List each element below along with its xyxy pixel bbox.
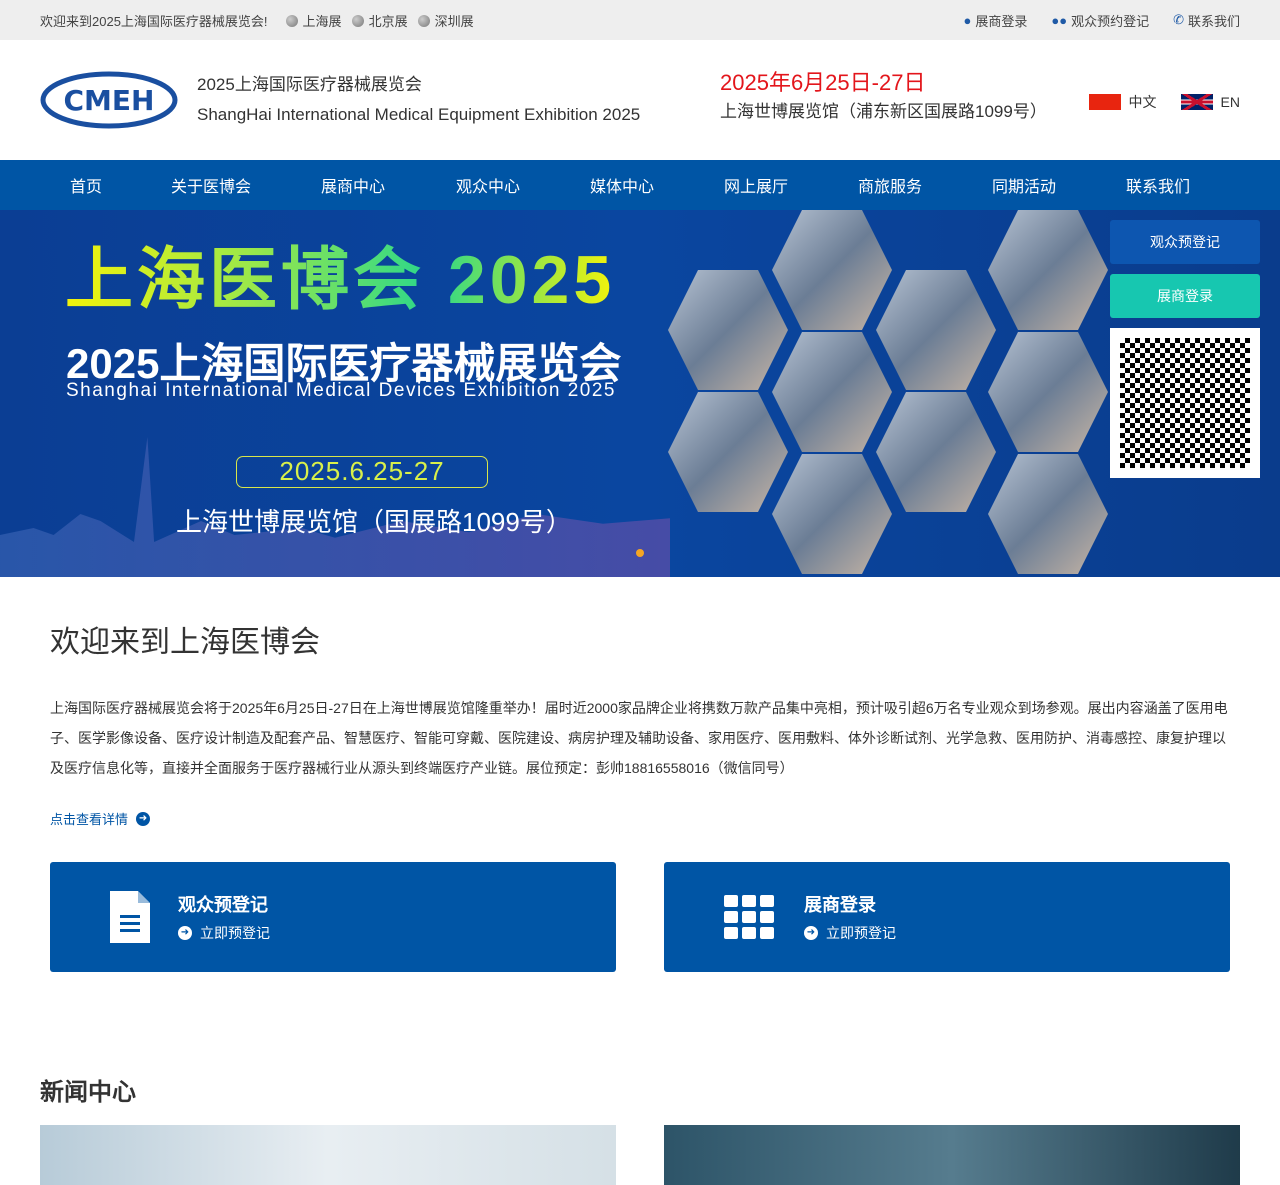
header: CMEH 2025上海国际医疗器械展览会 ShangHai Internatio…: [0, 40, 1280, 160]
news-image[interactable]: [40, 1125, 616, 1185]
visitor-register-link[interactable]: ●● 观众预约登记: [1051, 11, 1149, 30]
users-icon: ●●: [1051, 12, 1068, 28]
nav-exhibitor[interactable]: 展商中心: [321, 173, 456, 197]
globe-icon: [351, 14, 364, 27]
carousel-dot[interactable]: [636, 549, 644, 557]
photo-hex: [988, 454, 1108, 574]
news-title: 新闻中心: [40, 1079, 136, 1106]
site-shanghai[interactable]: 上海展: [285, 11, 342, 30]
site-shenzhen[interactable]: 深圳展: [417, 11, 474, 30]
arrow-circle-icon: ➜: [804, 926, 818, 940]
user-icon: ●: [963, 12, 972, 28]
banner-date: 2025.6.25-27: [236, 456, 488, 488]
arrow-circle-icon: ➜: [136, 811, 151, 826]
photo-hex: [668, 270, 788, 390]
uk-flag-icon: [1180, 94, 1213, 110]
arrow-circle-icon: ➜: [178, 926, 192, 940]
grid-icon: [724, 895, 774, 939]
exhibitor-login-button[interactable]: 展商登录: [1110, 274, 1260, 318]
nav-events[interactable]: 同期活动: [992, 173, 1126, 197]
photo-hex: [876, 270, 996, 390]
exhibitor-login-card[interactable]: 展商登录 ➜ 立即预登记: [664, 862, 1230, 972]
contact-link[interactable]: ✆ 联系我们: [1173, 11, 1240, 30]
hero-banner[interactable]: 上海医博会 2025 2025上海国际医疗器械展览会 Shanghai Inte…: [0, 210, 1280, 577]
visitor-register-card[interactable]: 观众预登记 ➜ 立即预登记: [50, 862, 616, 972]
lang-cn[interactable]: 中文: [1129, 92, 1157, 112]
welcome-title: 欢迎来到上海医博会: [50, 626, 320, 659]
globe-icon: [417, 14, 430, 27]
visitor-preregister-button[interactable]: 观众预登记: [1110, 220, 1260, 264]
exhibitor-login-link[interactable]: ● 展商登录: [963, 11, 1027, 30]
phone-icon: ✆: [1173, 12, 1184, 27]
news-image[interactable]: [664, 1125, 1240, 1185]
lang-en[interactable]: EN: [1221, 94, 1240, 110]
china-flag-icon: [1088, 94, 1121, 110]
photo-hex: [772, 332, 892, 452]
globe-icon: [285, 14, 298, 27]
nav-online-hall[interactable]: 网上展厅: [724, 173, 858, 197]
welcome-text: 上海国际医疗器械展览会将于2025年6月25日-27日在上海世博展览馆隆重举办！…: [50, 700, 1228, 776]
main-nav: 首页 关于医博会 展商中心 观众中心 媒体中心 网上展厅 商旅服务 同期活动 联…: [0, 160, 1280, 210]
svg-text:CMEH: CMEH: [64, 84, 155, 117]
top-bar: 欢迎来到2025上海国际医疗器械展览会! 上海展 北京展 深圳展 ● 展商登录 ●…: [0, 0, 1280, 40]
welcome-text: 欢迎来到2025上海国际医疗器械展览会!: [40, 13, 268, 29]
photo-hex: [668, 392, 788, 512]
event-venue: 上海世博展览馆（浦东新区国展路1099号）: [720, 102, 1047, 121]
nav-visitor[interactable]: 观众中心: [456, 173, 590, 197]
more-details-link[interactable]: 点击查看详情 ➜: [50, 809, 1230, 828]
photo-hex: [988, 210, 1108, 330]
site-title-cn: 2025上海国际医疗器械展览会: [197, 75, 422, 94]
qr-code: [1110, 328, 1260, 478]
nav-about[interactable]: 关于医博会: [171, 173, 321, 197]
nav-contact[interactable]: 联系我们: [1126, 173, 1190, 197]
news-section: 新闻中心: [0, 1072, 1280, 1185]
banner-english: Shanghai International Medical Devices E…: [66, 380, 616, 401]
photo-hex: [988, 332, 1108, 452]
nav-media[interactable]: 媒体中心: [590, 173, 724, 197]
site-beijing[interactable]: 北京展: [351, 11, 408, 30]
document-icon: [110, 891, 150, 943]
nav-travel[interactable]: 商旅服务: [858, 173, 992, 197]
card-title: 展商登录: [804, 895, 876, 915]
photo-hex: [876, 392, 996, 512]
nav-home[interactable]: 首页: [70, 173, 171, 197]
photo-hex: [772, 454, 892, 574]
banner-venue: 上海世博展览馆（国展路1099号）: [176, 507, 572, 537]
card-title: 观众预登记: [178, 895, 268, 915]
site-title-en: ShangHai International Medical Equipment…: [197, 105, 641, 124]
banner-title: 上海医博会 2025: [65, 242, 616, 318]
cmeh-logo[interactable]: CMEH: [40, 70, 178, 130]
event-date: 2025年6月25日-27日: [720, 70, 926, 95]
photo-hex: [772, 210, 892, 330]
